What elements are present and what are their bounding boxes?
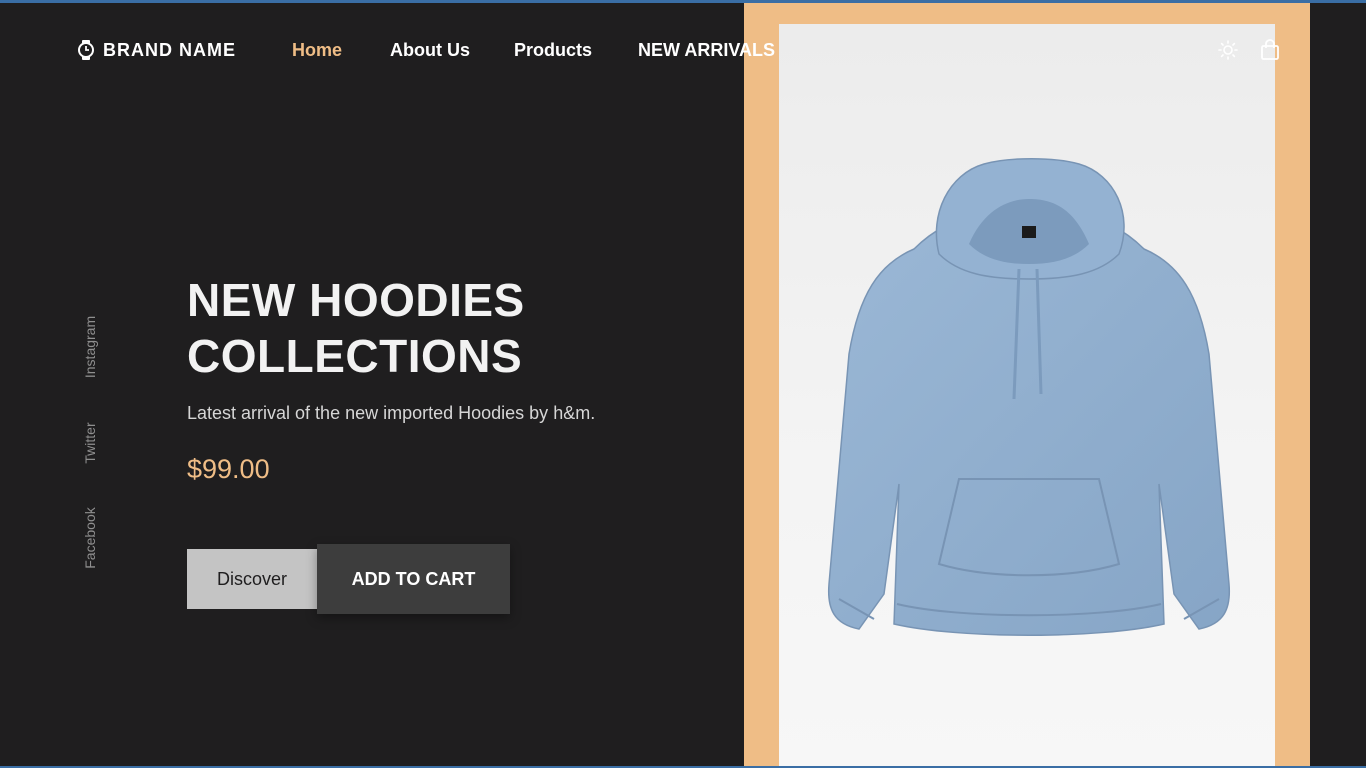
hero-title: NEW HOODIES COLLECTIONS: [187, 272, 687, 384]
hero-subtitle: Latest arrival of the new imported Hoodi…: [187, 403, 596, 423]
add-to-cart-button[interactable]: ADD TO CART: [317, 544, 510, 614]
hero-title-line-1: NEW HOODIES: [187, 274, 525, 326]
product-image-frame: [744, 3, 1310, 768]
social-link-instagram[interactable]: Instagram: [82, 316, 98, 378]
nav-link-about-us[interactable]: About Us: [390, 40, 470, 61]
discover-button[interactable]: Discover: [187, 549, 317, 609]
product-image-card: [779, 24, 1275, 768]
brand-name: BRAND NAME: [103, 39, 236, 60]
social-link-twitter[interactable]: Twitter: [82, 422, 98, 463]
nav-link-new-arrivals[interactable]: NEW ARRIVALS: [638, 40, 775, 61]
product-price: $99.00: [187, 454, 270, 484]
sun-icon: [1218, 40, 1238, 60]
theme-toggle-button[interactable]: [1217, 38, 1239, 62]
watch-icon: [78, 40, 94, 60]
hero-title-line-2: COLLECTIONS: [187, 330, 523, 382]
brand-logo[interactable]: BRAND NAME: [77, 38, 236, 62]
cart-button[interactable]: [1259, 38, 1281, 62]
social-link-facebook[interactable]: Facebook: [82, 507, 98, 568]
nav-link-products[interactable]: Products: [514, 40, 592, 61]
shopping-bag-icon: [1261, 39, 1279, 60]
hoodie-image: [827, 158, 1231, 636]
nav-link-home[interactable]: Home: [292, 40, 342, 61]
